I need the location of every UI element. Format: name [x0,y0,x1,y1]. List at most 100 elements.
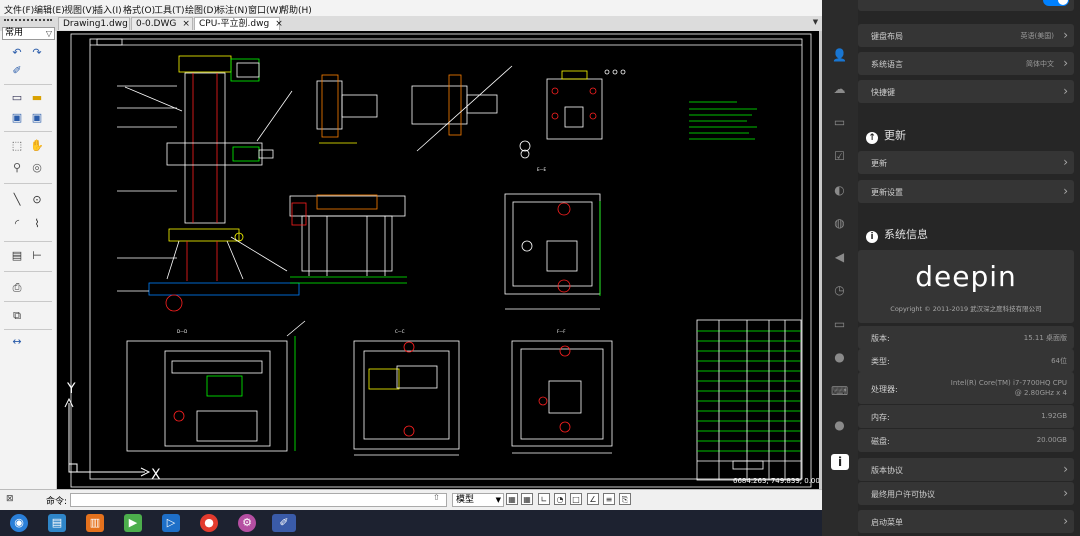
shortcuts-row[interactable]: 快捷键 › [858,80,1074,103]
tab-drawing1[interactable]: Drawing1.dwg× [58,17,141,30]
menu-format[interactable]: 格式(O) [123,3,155,16]
copyright-text: Copyright © 2011-2019 武汉深之度科技有限公司 [890,305,1042,313]
otrack-icon[interactable]: ∠ [587,493,599,505]
keyboard-layout-row[interactable]: 键盘布局 英语(美国) › [858,24,1074,47]
lineweight-icon[interactable]: ≡ [603,493,615,505]
menu-file[interactable]: 文件(F) [4,3,34,16]
row-label: 快捷键 [871,88,895,97]
network-icon[interactable]: ◍ [831,216,848,230]
keyboard-icon[interactable]: ⌨ [831,384,848,398]
app-store-icon[interactable]: ▤ [48,514,66,532]
palette-grip[interactable] [4,19,52,21]
settings-panel: 键盘布局 英语(美国) › 系统语言 简体中文 › 快捷键 › ↑ 更新 更新 ›… [858,0,1080,536]
terminal-icon[interactable]: ▶ [124,514,142,532]
update-icon[interactable]: ● [831,418,848,432]
row-label: 类型: [871,357,890,366]
chevron-right-icon: › [1063,486,1068,500]
cad-app-icon[interactable]: ✐ [272,514,296,532]
power-icon[interactable]: ▭ [831,317,848,331]
menu-dimension[interactable]: 标注(N) [216,3,248,16]
orbit-icon[interactable]: ◎ [30,161,44,175]
redo-icon[interactable]: ↷ [30,46,44,60]
update-settings-row[interactable]: 更新设置 › [858,180,1074,203]
ucs-axis-icon [64,397,151,477]
system-info-icon[interactable]: i [831,454,849,470]
workspace-select[interactable]: 常用 ▽ [2,27,55,40]
open-folder-icon[interactable]: ▬ [30,91,44,105]
row-label: 更新设置 [871,188,903,197]
settings-gear-icon[interactable]: ⚙ [238,514,256,532]
polyline-icon[interactable]: ⌇ [30,217,44,231]
view-label-d: D—D [177,329,187,334]
close-icon[interactable]: × [275,19,283,29]
save-icon[interactable]: ▣ [10,111,24,125]
type-row: 类型: 64位 [858,349,1074,372]
system-language-row[interactable]: 系统语言 简体中文 › [858,52,1074,75]
arc-icon[interactable]: ◜ [10,217,24,231]
detail-view-2 [411,65,531,159]
zoom-window-icon[interactable]: ⬚ [10,139,24,153]
default-apps-icon[interactable]: ☑ [831,149,848,163]
sound-icon[interactable]: ◀ [831,250,848,264]
edition-license-row[interactable]: 版本协议 › [858,458,1074,481]
cloud-sync-icon[interactable]: ☁ [831,82,848,96]
polar-icon[interactable]: ◔ [554,493,566,505]
image-icon[interactable]: ▤ [10,249,24,263]
close-icon[interactable]: × [182,19,190,29]
eula-row[interactable]: 最终用户许可协议 › [858,482,1074,505]
match-properties-icon[interactable]: ✐ [10,64,24,78]
properties-icon[interactable]: ⎘ [619,493,631,505]
tab-0-0-dwg[interactable]: 0-0.DWG × [131,17,193,30]
personalization-icon[interactable]: ◐ [831,183,848,197]
launcher-icon[interactable]: ◉ [10,514,28,532]
pan-hand-icon[interactable]: ✋ [30,139,44,153]
close-command-icon[interactable]: ⊠ [6,494,14,504]
view-label-f: F—F [557,329,566,334]
print-icon[interactable]: ⎙ [10,281,24,295]
menu-window[interactable]: 窗口(W) [248,3,282,16]
circle-icon[interactable]: ⊙ [30,193,44,207]
file-manager-icon[interactable]: ▥ [86,514,104,532]
coordinates-readout: 6684.263, 749.839, 0.000 [733,477,819,485]
menu-view[interactable]: 视图(V) [64,3,95,16]
boot-menu-row[interactable]: 启动菜单 › [858,510,1074,533]
chevron-right-icon: › [1063,514,1068,528]
model-space-select[interactable]: 模型 ▼ [452,493,504,507]
menu-help[interactable]: 帮助(H) [280,3,312,16]
section-view-e [504,193,601,310]
layout-icon[interactable]: ⧉ [10,309,24,323]
menu-insert[interactable]: 插入(I) [94,3,122,16]
view-label-c: C—C [395,329,405,334]
model-label: 模型 [456,495,475,505]
zoom-realtime-icon[interactable]: ⚲ [10,161,24,175]
cad-window: 文件(F) 编辑(E) 视图(V) 插入(I) 格式(O) 工具(T) 绘图(D… [0,0,822,510]
line-icon[interactable]: ╲ [10,193,24,207]
tab-cpu-plan[interactable]: CPU-平立剖.dwg × [194,17,283,30]
display-icon[interactable]: ▭ [831,115,848,129]
drawing-canvas[interactable]: Y X D—D C—C E—E F—F 6684.263, 749.839, 0… [57,31,822,489]
command-input[interactable] [70,493,447,507]
undo-icon[interactable]: ↶ [10,46,24,60]
chrome-icon[interactable]: ● [200,514,218,532]
mouse-icon[interactable]: ● [831,350,848,364]
update-row[interactable]: 更新 › [858,151,1074,174]
save-as-icon[interactable]: ▣ [30,111,44,125]
osnap-icon[interactable]: □ [570,493,582,505]
menu-edit[interactable]: 编辑(E) [34,3,65,16]
measure-icon[interactable]: ↔ [10,335,24,349]
chevron-up-icon[interactable]: ⇧ [433,493,440,502]
account-icon[interactable]: 👤 [831,48,848,62]
menu-tools[interactable]: 工具(T) [154,3,185,16]
menu-draw[interactable]: 绘图(D) [185,3,217,16]
dimension-icon[interactable]: ⊢ [30,249,44,263]
ortho-icon[interactable]: ∟ [538,493,550,505]
menu-bar: 文件(F) 编辑(E) 视图(V) 插入(I) 格式(O) 工具(T) 绘图(D… [0,0,822,16]
info-icon: i [866,231,878,243]
new-icon[interactable]: ▭ [10,91,24,105]
video-player-icon[interactable]: ▷ [162,514,180,532]
snap-icon[interactable]: ▦ [506,493,518,505]
tab-list-dropdown-icon[interactable]: ▼ [811,18,820,27]
toggle-switch[interactable] [1043,0,1069,6]
grid-icon[interactable]: ▦ [521,493,533,505]
time-icon[interactable]: ◷ [831,283,848,297]
